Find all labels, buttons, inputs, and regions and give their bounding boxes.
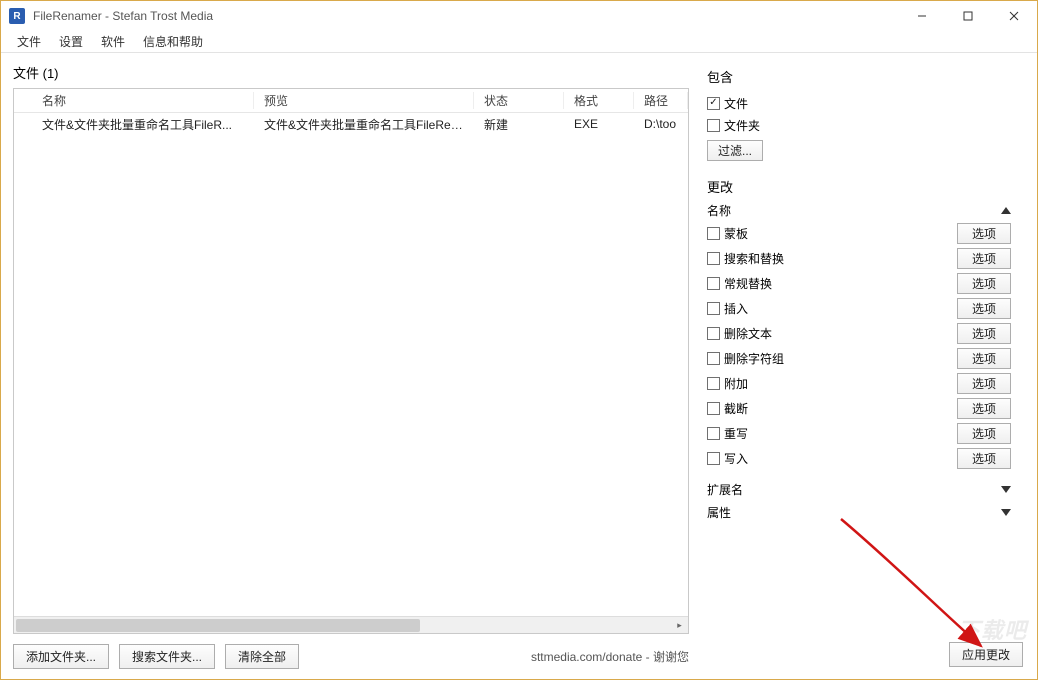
maximize-button[interactable] [945,1,991,31]
collapse-up-icon [1001,207,1011,214]
include-files-label: 文件 [724,95,748,112]
change-option-row: 删除字符组 选项 [707,346,1011,371]
change-option-label: 重写 [724,425,748,442]
cell-format: EXE [564,117,634,131]
options-pane: 包含 文件 文件夹 过滤... 更改 名称 蒙板选项搜索和替换选项常规替换选项插… [701,53,1025,679]
change-option-checkbox[interactable] [707,277,720,290]
include-section-title: 包含 [707,67,1011,86]
expand-down-icon [1001,486,1011,493]
change-option-options-button[interactable]: 选项 [957,348,1011,369]
horizontal-scrollbar[interactable]: ◂ ▸ [14,616,688,633]
change-option-options-button[interactable]: 选项 [957,448,1011,469]
menu-software[interactable]: 软件 [93,31,133,52]
change-option-label: 删除文本 [724,325,772,342]
change-option-row: 搜索和替换 选项 [707,246,1011,271]
bottom-toolbar: 添加文件夹... 搜索文件夹... 清除全部 sttmedia.com/dona… [13,644,689,669]
file-list-pane: 文件 (1) 名称 预览 状态 格式 路径 文件&文件夹批量重命名工具FileR… [1,53,701,679]
col-header-path[interactable]: 路径 [634,92,688,109]
name-group-label: 名称 [707,202,1001,219]
name-group-header[interactable]: 名称 [707,202,1011,219]
change-option-options-button[interactable]: 选项 [957,248,1011,269]
change-option-checkbox[interactable] [707,252,720,265]
change-option-row: 常规替换 选项 [707,271,1011,296]
change-option-options-button[interactable]: 选项 [957,423,1011,444]
expand-down-icon [1001,509,1011,516]
change-option-label: 蒙板 [724,225,748,242]
change-option-label: 截断 [724,400,748,417]
close-button[interactable] [991,1,1037,31]
change-option-checkbox[interactable] [707,402,720,415]
change-option-row: 重写 选项 [707,421,1011,446]
cell-path: D:\too [634,117,688,131]
table-body[interactable]: 文件&文件夹批量重命名工具FileR... 文件&文件夹批量重命名工具FileR… [14,113,688,616]
col-header-format[interactable]: 格式 [564,92,634,109]
change-option-row: 插入 选项 [707,296,1011,321]
scroll-thumb[interactable] [16,619,420,632]
change-option-label: 附加 [724,375,748,392]
include-folders-checkbox[interactable] [707,119,720,132]
change-option-checkbox[interactable] [707,427,720,440]
change-option-checkbox[interactable] [707,302,720,315]
change-option-checkbox[interactable] [707,352,720,365]
menu-help[interactable]: 信息和帮助 [135,31,211,52]
include-files-checkbox[interactable] [707,97,720,110]
attr-group-label: 属性 [707,504,1001,521]
ext-group-label: 扩展名 [707,481,1001,498]
col-header-name[interactable]: 名称 [14,92,254,109]
change-option-options-button[interactable]: 选项 [957,373,1011,394]
change-option-checkbox[interactable] [707,452,720,465]
change-option-options-button[interactable]: 选项 [957,223,1011,244]
change-option-options-button[interactable]: 选项 [957,323,1011,344]
change-option-label: 插入 [724,300,748,317]
titlebar: R FileRenamer - Stefan Trost Media [1,1,1037,31]
filter-button[interactable]: 过滤... [707,140,763,161]
change-option-checkbox[interactable] [707,377,720,390]
window-title: FileRenamer - Stefan Trost Media [33,9,213,23]
change-option-label: 删除字符组 [724,350,784,367]
file-table: 名称 预览 状态 格式 路径 文件&文件夹批量重命名工具FileR... 文件&… [13,88,689,634]
table-row[interactable]: 文件&文件夹批量重命名工具FileR... 文件&文件夹批量重命名工具FileR… [14,113,688,135]
col-header-preview[interactable]: 预览 [254,92,474,109]
change-option-row: 截断 选项 [707,396,1011,421]
search-folder-button[interactable]: 搜索文件夹... [119,644,215,669]
table-header: 名称 预览 状态 格式 路径 [14,89,688,113]
change-option-row: 写入 选项 [707,446,1011,471]
change-option-label: 常规替换 [724,275,772,292]
change-option-label: 搜索和替换 [724,250,784,267]
change-section-title: 更改 [707,177,1011,196]
change-option-options-button[interactable]: 选项 [957,298,1011,319]
cell-status: 新建 [474,116,564,133]
apply-changes-button[interactable]: 应用更改 [949,642,1023,667]
col-header-status[interactable]: 状态 [474,92,564,109]
minimize-button[interactable] [899,1,945,31]
menubar: 文件 设置 软件 信息和帮助 [1,31,1037,53]
ext-group-header[interactable]: 扩展名 [707,481,1011,498]
change-option-row: 附加 选项 [707,371,1011,396]
clear-all-button[interactable]: 清除全部 [225,644,299,669]
change-option-options-button[interactable]: 选项 [957,398,1011,419]
app-icon: R [9,8,25,24]
donate-link[interactable]: sttmedia.com/donate - 谢谢您 [531,648,689,665]
change-option-options-button[interactable]: 选项 [957,273,1011,294]
include-folders-label: 文件夹 [724,117,760,134]
menu-file[interactable]: 文件 [9,31,49,52]
file-list-title: 文件 (1) [13,63,689,82]
attr-group-header[interactable]: 属性 [707,504,1011,521]
change-option-row: 删除文本 选项 [707,321,1011,346]
window-controls [899,1,1037,31]
change-option-checkbox[interactable] [707,227,720,240]
cell-preview: 文件&文件夹批量重命名工具FileRen... [254,116,474,133]
change-option-checkbox[interactable] [707,327,720,340]
change-option-label: 写入 [724,450,748,467]
menu-settings[interactable]: 设置 [51,31,91,52]
cell-name: 文件&文件夹批量重命名工具FileR... [14,116,254,133]
scroll-right-icon[interactable]: ▸ [671,617,688,634]
change-option-row: 蒙板 选项 [707,221,1011,246]
add-folder-button[interactable]: 添加文件夹... [13,644,109,669]
